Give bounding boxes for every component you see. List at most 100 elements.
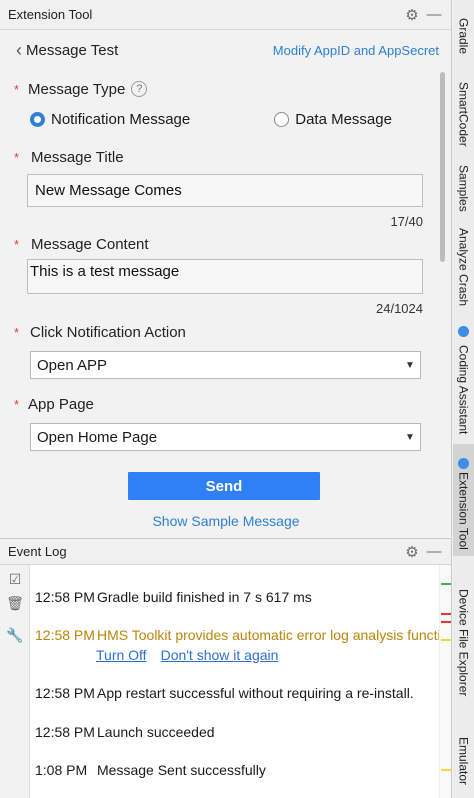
mark-all-read-icon[interactable]: ☑ (0, 567, 30, 591)
right-tool-stripe: Gradle SmartCoder Samples Analyze Crash … (453, 0, 474, 798)
chevron-left-icon[interactable]: ‹ (16, 41, 22, 59)
stripe-label: SmartCoder (456, 81, 471, 147)
log-time: 12:58 PM (35, 589, 95, 605)
help-icon[interactable]: ? (131, 81, 148, 97)
stripe-gradle[interactable]: Gradle (453, 6, 474, 66)
message-form: * Message Type ? Notification Message Da… (0, 78, 451, 451)
stripe-label: Analyze Crash (456, 227, 471, 307)
stripe-label: Emulator (456, 736, 471, 786)
radio-selected-icon (30, 111, 45, 127)
tool-window-title: Extension Tool (8, 7, 93, 22)
info-mark (441, 583, 451, 585)
stripe-label: Extension Tool (456, 472, 471, 550)
warning-mark (441, 769, 451, 771)
send-button[interactable]: Send (128, 472, 320, 500)
event-log-toolbar: ☑ 🗑 🔧 (0, 565, 30, 798)
message-content-label-row: * Message Content (14, 233, 423, 255)
radio-data-message[interactable]: Data Message (274, 111, 392, 128)
stripe-extension-tool[interactable]: Extension Tool (453, 444, 474, 556)
radio-unselected-icon (274, 111, 290, 127)
log-message: Message Sent successfully (97, 762, 266, 778)
minimize-icon[interactable]: — (423, 541, 445, 563)
message-title-label-row: * Message Title (14, 146, 423, 168)
log-entry-warning: 12:58 PM HMS Toolkit provides automatic e… (35, 627, 439, 643)
stripe-label: Coding Assistant (456, 345, 471, 435)
log-entry: 12:58 PM App restart successful without r… (35, 685, 414, 701)
log-time: 1:08 PM (35, 762, 88, 778)
message-content-value: This is a test message (30, 263, 180, 280)
stripe-device-file-explorer[interactable]: Device File Explorer (453, 560, 474, 710)
log-message: App restart successful without requiring… (97, 685, 414, 701)
message-title-counter: 17/40 (390, 214, 423, 229)
wrench-icon[interactable]: 🔧 (0, 623, 30, 647)
extension-tool-window: Extension Tool ⚙ — ‹ Message Test Modify… (0, 0, 452, 537)
tool-window-header: Extension Tool ⚙ — (0, 0, 451, 30)
message-title-label: Message Title (31, 148, 124, 166)
gear-icon[interactable]: ⚙ (401, 541, 423, 563)
radio-label: Notification Message (51, 110, 191, 128)
stripe-coding-assistant[interactable]: Coding Assistant (453, 322, 474, 440)
app-page-label-row: * App Page (14, 393, 423, 415)
click-action-label-row: * Click Notification Action (14, 321, 423, 343)
trash-icon[interactable]: 🗑 (0, 591, 30, 615)
app-page-select[interactable]: Open Home Page ▼ (30, 423, 421, 451)
error-stripe-scrollbar[interactable] (439, 565, 451, 798)
stripe-analyze-crash[interactable]: Analyze Crash (453, 224, 474, 310)
stripe-label: Gradle (456, 17, 471, 55)
message-content-label: Message Content (31, 235, 149, 253)
event-log-header: Event Log ⚙ — (0, 539, 451, 565)
log-entry: 12:58 PM Launch succeeded (35, 724, 215, 740)
required-marker: * (14, 236, 20, 252)
app-page-label: App Page (28, 395, 94, 413)
modify-appid-link[interactable]: Modify AppID and AppSecret (273, 43, 439, 58)
turn-off-link[interactable]: Turn Off (96, 647, 147, 663)
nav-bar: ‹ Message Test Modify AppID and AppSecre… (0, 32, 451, 68)
message-type-label-row: * Message Type ? (14, 78, 423, 100)
minimize-icon[interactable]: — (423, 4, 445, 26)
event-log-content: 12:58 PM Gradle build finished in 7 s 617… (30, 565, 439, 798)
dont-show-again-link[interactable]: Don't show it again (161, 647, 279, 663)
warning-mark (441, 639, 451, 641)
extension-tool-icon (458, 458, 469, 469)
log-message: HMS Toolkit provides automatic error log… (97, 627, 439, 643)
stripe-smartcoder[interactable]: SmartCoder (453, 74, 474, 154)
vertical-scrollbar[interactable] (440, 72, 445, 262)
message-content-counter: 24/1024 (376, 301, 423, 316)
log-entry-links: Turn Off Don't show it again (96, 647, 292, 663)
error-mark (441, 613, 451, 615)
click-action-select[interactable]: Open APP ▼ (30, 351, 421, 379)
message-type-radio-group: Notification Message Data Message (14, 108, 423, 130)
message-title-input[interactable]: New Message Comes (27, 174, 423, 207)
coding-assistant-icon (458, 326, 469, 337)
radio-notification-message[interactable]: Notification Message (30, 111, 190, 128)
click-action-value: Open APP (37, 356, 108, 374)
log-entry: 12:58 PM Gradle build finished in 7 s 617… (35, 589, 312, 605)
message-type-label: Message Type (28, 80, 126, 98)
required-marker: * (14, 81, 20, 97)
stripe-label: Device File Explorer (456, 589, 471, 697)
dropdown-arrow-icon: ▼ (405, 359, 415, 371)
stripe-samples[interactable]: Samples (453, 160, 474, 216)
error-mark (441, 621, 451, 623)
required-marker: * (14, 149, 20, 165)
message-title-value: New Message Comes (35, 182, 182, 199)
event-log-window: Event Log ⚙ — ☑ 🗑 🔧 12:58 PM Gradle build… (0, 538, 452, 798)
radio-label: Data Message (295, 110, 392, 128)
dropdown-arrow-icon: ▼ (405, 431, 415, 443)
log-time: 12:58 PM (35, 627, 95, 643)
log-time: 12:58 PM (35, 685, 95, 701)
log-entry: 1:08 PM Message Sent successfully (35, 762, 266, 778)
required-marker: * (14, 396, 20, 412)
event-log-title: Event Log (8, 544, 67, 559)
log-message: Launch succeeded (97, 724, 215, 740)
message-content-textarea[interactable]: This is a test message (27, 259, 423, 294)
log-message: Gradle build finished in 7 s 617 ms (97, 589, 312, 605)
log-time: 12:58 PM (35, 724, 95, 740)
show-sample-message-link[interactable]: Show Sample Message (0, 513, 452, 529)
stripe-emulator[interactable]: Emulator (453, 718, 474, 794)
stripe-label: Samples (456, 164, 471, 212)
required-marker: * (14, 324, 20, 340)
click-action-label: Click Notification Action (30, 323, 186, 341)
gear-icon[interactable]: ⚙ (401, 4, 423, 26)
app-page-value: Open Home Page (37, 428, 158, 446)
